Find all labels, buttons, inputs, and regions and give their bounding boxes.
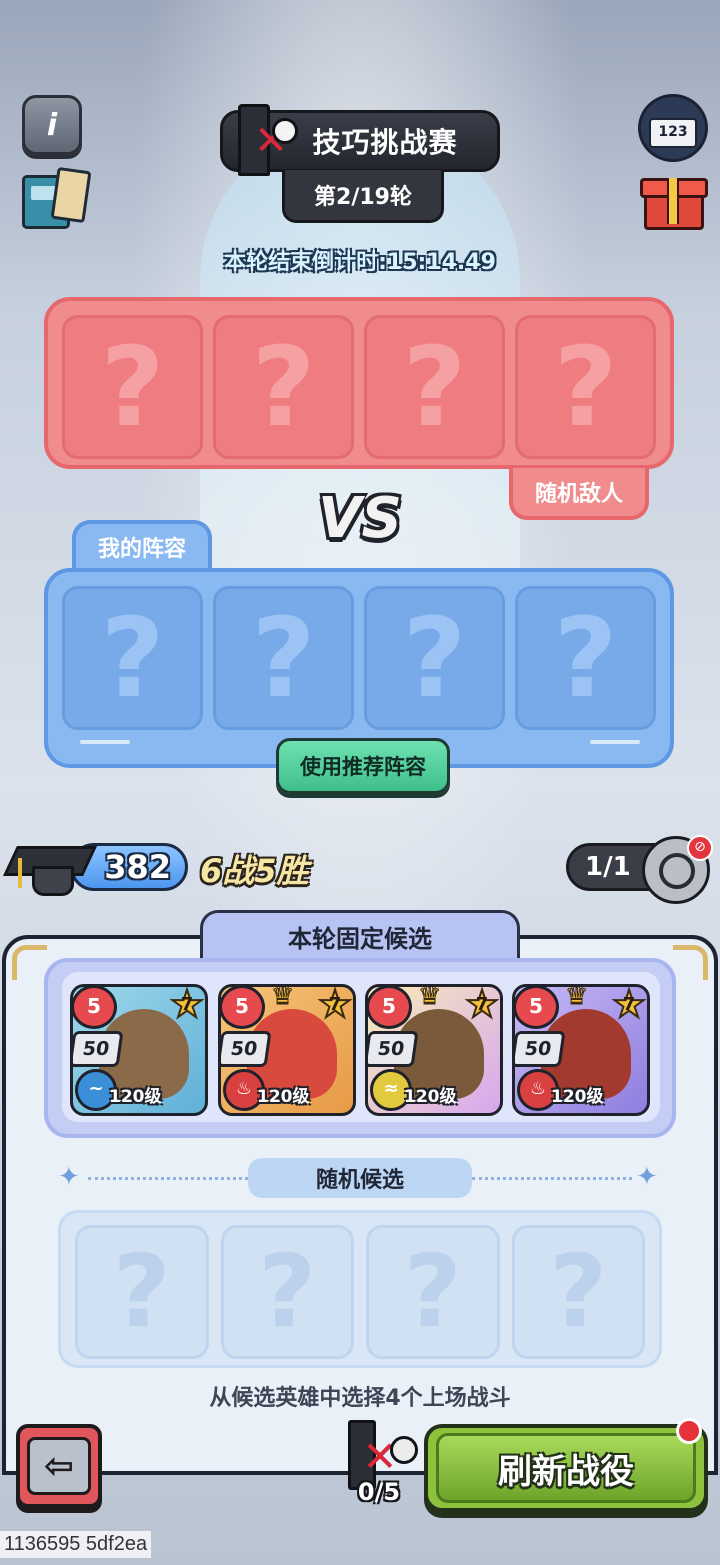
sparkle-icon: ✦: [636, 1162, 658, 1192]
power-badge: 50: [368, 1031, 419, 1067]
round-indicator: 第2/19轮: [282, 170, 444, 223]
ally-slot[interactable]: ?: [213, 586, 354, 730]
hero-level: 120级: [109, 1087, 162, 1107]
crown-icon: ♛: [564, 984, 589, 1012]
grade-badge: 5: [221, 987, 265, 1029]
hero-level: 120级: [404, 1087, 457, 1107]
enemy-slot: ?: [213, 315, 354, 459]
random-enemy-tag: 随机敌人: [509, 468, 649, 520]
random-slot: ?: [511, 1225, 645, 1359]
random-slot: ?: [366, 1225, 500, 1359]
ban-icon: ⊘: [687, 835, 713, 861]
back-button[interactable]: ⇦: [16, 1424, 102, 1508]
selection-hint: 从候选英雄中选择4个上场战斗: [209, 1386, 511, 1411]
enemy-slot: ?: [364, 315, 505, 459]
grade-badge: 5: [73, 987, 117, 1029]
hero-card[interactable]: 5 50 ★ 7 ~ 120级: [70, 984, 208, 1116]
podium-icon: 123: [649, 118, 697, 148]
star-icon: ★ 7: [464, 984, 500, 1026]
battle-record: 6战5胜: [200, 852, 309, 890]
debug-build-text: 1136595 5df2ea: [0, 1531, 152, 1558]
info-icon: i: [46, 107, 58, 143]
hero-card[interactable]: ♛ 5 50 ★ 7 ♨ 120级: [218, 984, 356, 1116]
ally-slot[interactable]: ?: [515, 586, 656, 730]
random-candidates-panel: ? ? ? ?: [58, 1210, 662, 1368]
notification-dot: [676, 1418, 702, 1444]
ally-slot[interactable]: ?: [62, 586, 203, 730]
use-recommended-lineup-button[interactable]: 使用推荐阵容: [276, 738, 450, 794]
hero-card[interactable]: ♛ 5 50 ★ 7 ♨ 120级: [512, 984, 650, 1116]
refresh-campaign-label: 刷新战役: [436, 1433, 696, 1503]
page-title: 技巧挑战赛: [312, 126, 458, 159]
random-slot: ?: [220, 1225, 354, 1359]
star-icon: ★ 7: [317, 984, 353, 1026]
hero-level: 120级: [257, 1087, 310, 1107]
guide-book-button[interactable]: [16, 165, 92, 229]
random-candidates-tab: 随机候选: [248, 1158, 472, 1198]
star-icon: ★ 7: [169, 984, 205, 1026]
panel-decoration: [80, 740, 130, 744]
ranking-button[interactable]: 123: [638, 94, 708, 162]
my-lineup-tag: 我的阵容: [72, 520, 212, 570]
crown-icon: ♛: [417, 984, 442, 1012]
random-slot: ?: [75, 1225, 209, 1359]
ally-slot[interactable]: ?: [364, 586, 505, 730]
graduation-cap-icon: [3, 838, 97, 898]
back-arrow-icon: ⇦: [27, 1437, 91, 1495]
refresh-campaign-button[interactable]: 刷新战役: [424, 1424, 708, 1512]
divider: [472, 1177, 632, 1182]
sparkle-icon: ✦: [58, 1162, 80, 1192]
grade-badge: 5: [515, 987, 559, 1029]
power-badge: 50: [221, 1031, 272, 1067]
info-button[interactable]: i: [22, 95, 82, 155]
vs-label: VS: [318, 486, 402, 551]
hero-card[interactable]: ♛ 5 50 ★ 7 ≈ 120级: [365, 984, 503, 1116]
enemy-slot: ?: [62, 315, 203, 459]
power-badge: 50: [73, 1031, 124, 1067]
stopwatch-icon[interactable]: ⊘: [642, 835, 713, 904]
round-countdown: 本轮结束倒计时:15:14.49: [224, 250, 496, 275]
enemy-slot: ?: [515, 315, 656, 459]
grade-badge: 5: [368, 987, 412, 1029]
hero-level: 120级: [551, 1087, 604, 1107]
enemy-team-panel: ? ? ? ?: [44, 297, 674, 469]
battle-count: 0/5: [357, 1478, 401, 1506]
gift-button[interactable]: [640, 168, 708, 230]
crown-icon: ♛: [270, 984, 295, 1012]
power-badge: 50: [515, 1031, 566, 1067]
fixed-candidates-tab: 本轮固定候选: [200, 910, 520, 960]
star-icon: ★ 7: [611, 984, 647, 1026]
scroll-icon: [50, 166, 92, 224]
panel-decoration: [590, 740, 640, 744]
divider: [88, 1177, 248, 1182]
chess-challenge-icon: ✕: [232, 100, 298, 176]
